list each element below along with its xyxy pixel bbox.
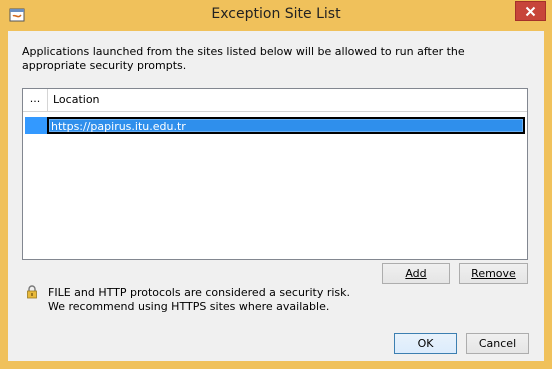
close-button[interactable]	[515, 1, 546, 21]
description-text: Applications launched from the sites lis…	[22, 45, 465, 72]
column-header-dots[interactable]: ...	[23, 89, 48, 111]
remove-button[interactable]: Remove	[459, 263, 528, 284]
row-dots-cell[interactable]	[25, 117, 47, 134]
column-header-location[interactable]: Location	[53, 89, 100, 111]
remove-button-label: Remove	[471, 267, 516, 280]
table-header: ... Location	[23, 89, 527, 112]
window-title: Exception Site List	[211, 6, 341, 22]
location-cell[interactable]: https://papirus.itu.edu.tr	[47, 117, 525, 134]
warning-line-2: We recommend using HTTPS sites where ava…	[48, 300, 330, 313]
table-row[interactable]: https://papirus.itu.edu.tr	[23, 117, 527, 134]
location-input[interactable]: https://papirus.itu.edu.tr	[49, 119, 523, 133]
dialog-content: Applications launched from the sites lis…	[8, 31, 544, 361]
security-warning: FILE and HTTP protocols are considered a…	[48, 286, 350, 314]
add-button[interactable]: Add	[382, 263, 450, 284]
warning-line-1: FILE and HTTP protocols are considered a…	[48, 286, 351, 299]
cancel-button-label: Cancel	[478, 337, 517, 350]
ok-button[interactable]: OK	[394, 333, 457, 354]
cancel-button[interactable]: Cancel	[466, 333, 529, 354]
close-icon	[525, 6, 536, 16]
lock-warning-icon	[26, 285, 38, 299]
exception-site-list-window: Exception Site List Applications launche…	[0, 0, 552, 369]
site-list-table[interactable]: ... Location https://papirus.itu.edu.tr	[22, 88, 528, 260]
add-button-label: Add	[405, 267, 427, 280]
title-bar[interactable]: Exception Site List	[0, 0, 552, 31]
ok-button-label: OK	[417, 337, 434, 350]
